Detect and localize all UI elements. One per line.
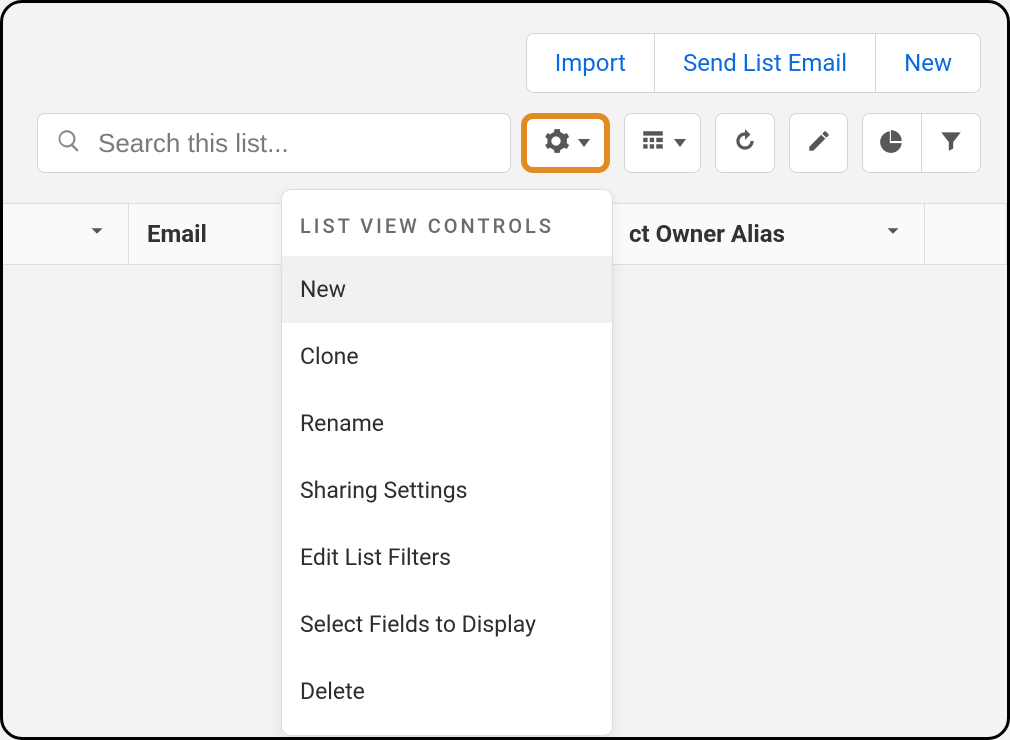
column-label: Email (147, 220, 207, 248)
column-header-blank[interactable] (3, 204, 129, 264)
pencil-icon (806, 128, 832, 158)
list-view-controls-menu: LIST VIEW CONTROLS New Clone Rename Shar… (281, 189, 613, 736)
charts-button[interactable] (862, 113, 921, 173)
refresh-icon (732, 128, 758, 158)
send-list-email-button[interactable]: Send List Email (655, 33, 876, 93)
search-wrap (37, 113, 511, 173)
chevron-down-icon (86, 220, 108, 248)
list-view-controls-button[interactable] (521, 113, 610, 173)
action-bar: Import Send List Email New (526, 33, 981, 93)
filter-icon (938, 128, 964, 158)
search-input[interactable] (96, 127, 492, 160)
chevron-down-icon (882, 220, 904, 248)
pie-chart-icon (879, 128, 905, 158)
list-toolbar (37, 113, 981, 173)
filter-button[interactable] (922, 113, 981, 173)
menu-item-new[interactable]: New (282, 256, 612, 323)
import-button[interactable]: Import (526, 33, 655, 93)
table-icon (640, 128, 666, 158)
gear-icon (542, 127, 570, 159)
display-as-button[interactable] (624, 113, 701, 173)
column-header-extra (925, 204, 1007, 264)
menu-item-delete[interactable]: Delete (282, 658, 612, 725)
refresh-button[interactable] (715, 113, 774, 173)
edit-button[interactable] (789, 113, 848, 173)
app-frame: Import Send List Email New (0, 0, 1010, 740)
menu-header: LIST VIEW CONTROLS (282, 190, 612, 256)
menu-item-rename[interactable]: Rename (282, 390, 612, 457)
search-icon (56, 128, 82, 158)
menu-item-filters[interactable]: Edit List Filters (282, 524, 612, 591)
caret-down-icon (674, 139, 686, 147)
menu-item-fields[interactable]: Select Fields to Display (282, 591, 612, 658)
menu-item-sharing[interactable]: Sharing Settings (282, 457, 612, 524)
menu-item-clone[interactable]: Clone (282, 323, 612, 390)
caret-down-icon (578, 139, 590, 147)
new-button[interactable]: New (876, 33, 981, 93)
